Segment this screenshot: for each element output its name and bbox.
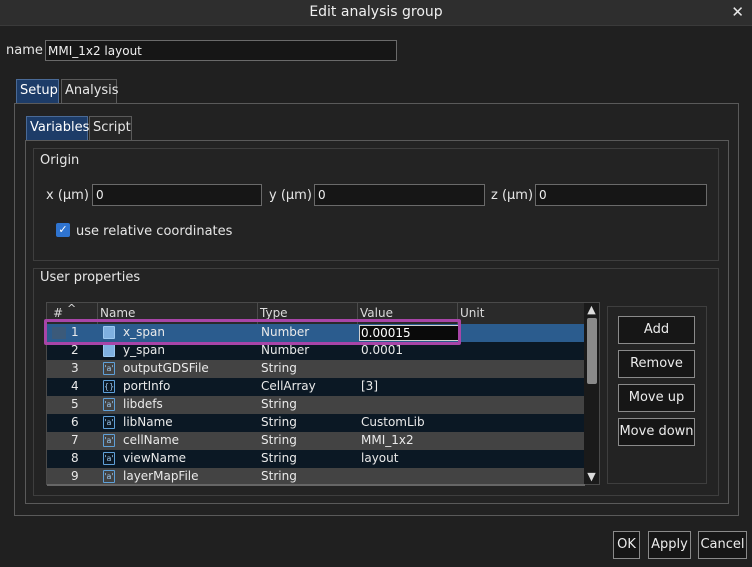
row-name: libdefs	[123, 397, 163, 411]
sort-ascending-icon: ^	[67, 302, 77, 315]
row-name: layerMapFile	[123, 469, 199, 483]
scrollbar-thumb[interactable]	[587, 318, 597, 384]
row-number: 6	[71, 415, 79, 429]
column-divider[interactable]	[457, 303, 458, 324]
table-row[interactable]: 8 'a' viewName String layout	[47, 450, 585, 468]
close-icon[interactable]: ✕	[731, 3, 744, 21]
add-button[interactable]: Add	[618, 316, 695, 344]
scroll-up-icon[interactable]: ▲	[584, 303, 599, 317]
row-value[interactable]: MMI_1x2	[361, 433, 414, 447]
table-row[interactable]: 4 {} portInfo CellArray [3]	[47, 378, 585, 396]
row-type: String	[261, 451, 297, 465]
row-handle[interactable]	[52, 327, 66, 339]
row-type: String	[261, 361, 297, 375]
row-value[interactable]: [3]	[361, 379, 378, 393]
row-name: outputGDSFile	[123, 361, 209, 375]
col-value-header[interactable]: Value	[360, 306, 393, 320]
column-divider[interactable]	[97, 303, 98, 324]
col-type-header[interactable]: Type	[260, 306, 288, 320]
row-number: 8	[71, 451, 79, 465]
row-name: x_span	[123, 325, 165, 339]
column-divider[interactable]	[357, 303, 358, 324]
row-name: cellName	[123, 433, 180, 447]
z-label: z (µm)	[491, 188, 534, 203]
tab-setup[interactable]: Setup	[16, 79, 59, 103]
string-icon: 'a'	[103, 452, 115, 465]
tab-variables[interactable]: Variables	[26, 116, 89, 140]
tab-analysis[interactable]: Analysis	[61, 79, 119, 103]
table-row[interactable]: 5 'a' libdefs String	[47, 396, 585, 414]
tab-script[interactable]: Script	[89, 116, 132, 140]
table-row[interactable]: 6 'a' libName String CustomLib	[47, 414, 585, 432]
row-type: Number	[261, 325, 310, 339]
row-number: 9	[71, 469, 79, 483]
row-type: String	[261, 433, 297, 447]
row-number: 7	[71, 433, 79, 447]
row-name: libName	[123, 415, 173, 429]
row-number: 4	[71, 379, 79, 393]
title-bar: Edit analysis group ✕	[0, 0, 752, 26]
table-row[interactable]: 9 'a' layerMapFile String	[47, 468, 585, 484]
string-icon: 'a'	[103, 362, 115, 375]
row-value[interactable]: 0.0001	[361, 343, 403, 357]
row-number: 3	[71, 361, 79, 375]
row-type: CellArray	[261, 379, 316, 393]
y-label: y (µm)	[269, 188, 312, 203]
number-icon	[103, 326, 115, 339]
x-label: x (µm)	[46, 188, 89, 203]
table-header: # ^ Name Type Value Unit	[47, 303, 585, 324]
value-edit-input[interactable]: 0.00015	[359, 325, 459, 341]
origin-title: Origin	[40, 153, 80, 168]
table-row[interactable]: 2 y_span Number 0.0001	[47, 342, 585, 360]
string-icon: 'a'	[103, 470, 115, 483]
row-type: String	[261, 469, 297, 483]
z-input[interactable]	[535, 184, 707, 206]
col-unit-header[interactable]: Unit	[460, 306, 484, 320]
string-icon: 'a'	[103, 398, 115, 411]
relative-coordinates-checkbox[interactable]: ✓	[56, 223, 70, 237]
row-type: String	[261, 397, 297, 411]
number-icon	[103, 344, 115, 357]
table-row[interactable]: 1 x_span Number 0.00015	[47, 324, 585, 342]
name-label: name	[6, 43, 43, 58]
scroll-down-icon[interactable]: ▼	[584, 470, 599, 484]
col-num-header[interactable]: #	[53, 306, 63, 320]
move-up-button[interactable]: Move up	[618, 384, 695, 412]
move-down-button[interactable]: Move down	[618, 418, 695, 446]
row-value[interactable]: layout	[361, 451, 398, 465]
y-input[interactable]	[314, 184, 485, 206]
row-name: portInfo	[123, 379, 171, 393]
name-input[interactable]	[45, 40, 397, 61]
row-number: 5	[71, 397, 79, 411]
ok-button[interactable]: OK	[613, 531, 640, 559]
row-number: 1	[71, 325, 79, 339]
cancel-button[interactable]: Cancel	[698, 531, 747, 559]
row-number: 2	[71, 343, 79, 357]
relative-coordinates-label: use relative coordinates	[76, 224, 233, 239]
row-value[interactable]: CustomLib	[361, 415, 425, 429]
remove-button[interactable]: Remove	[618, 350, 695, 378]
string-icon: 'a'	[103, 434, 115, 447]
cellarray-icon: {}	[103, 380, 115, 393]
col-name-header[interactable]: Name	[100, 306, 135, 320]
row-name: y_span	[123, 343, 165, 357]
row-name: viewName	[123, 451, 187, 465]
row-type: String	[261, 415, 297, 429]
table-row[interactable]: 7 'a' cellName String MMI_1x2	[47, 432, 585, 450]
row-type: Number	[261, 343, 310, 357]
string-icon: 'a'	[103, 416, 115, 429]
user-properties-title: User properties	[40, 270, 141, 285]
table-vertical-scrollbar[interactable]: ▲ ▼	[584, 303, 599, 484]
apply-button[interactable]: Apply	[648, 531, 691, 559]
column-divider[interactable]	[257, 303, 258, 324]
properties-table: # ^ Name Type Value Unit 1 x_span Number…	[46, 302, 600, 485]
window-title: Edit analysis group	[309, 4, 443, 20]
table-row[interactable]: 3 'a' outputGDSFile String	[47, 360, 585, 378]
x-input[interactable]	[92, 184, 262, 206]
table-horizontal-scrollbar[interactable]	[47, 484, 585, 486]
